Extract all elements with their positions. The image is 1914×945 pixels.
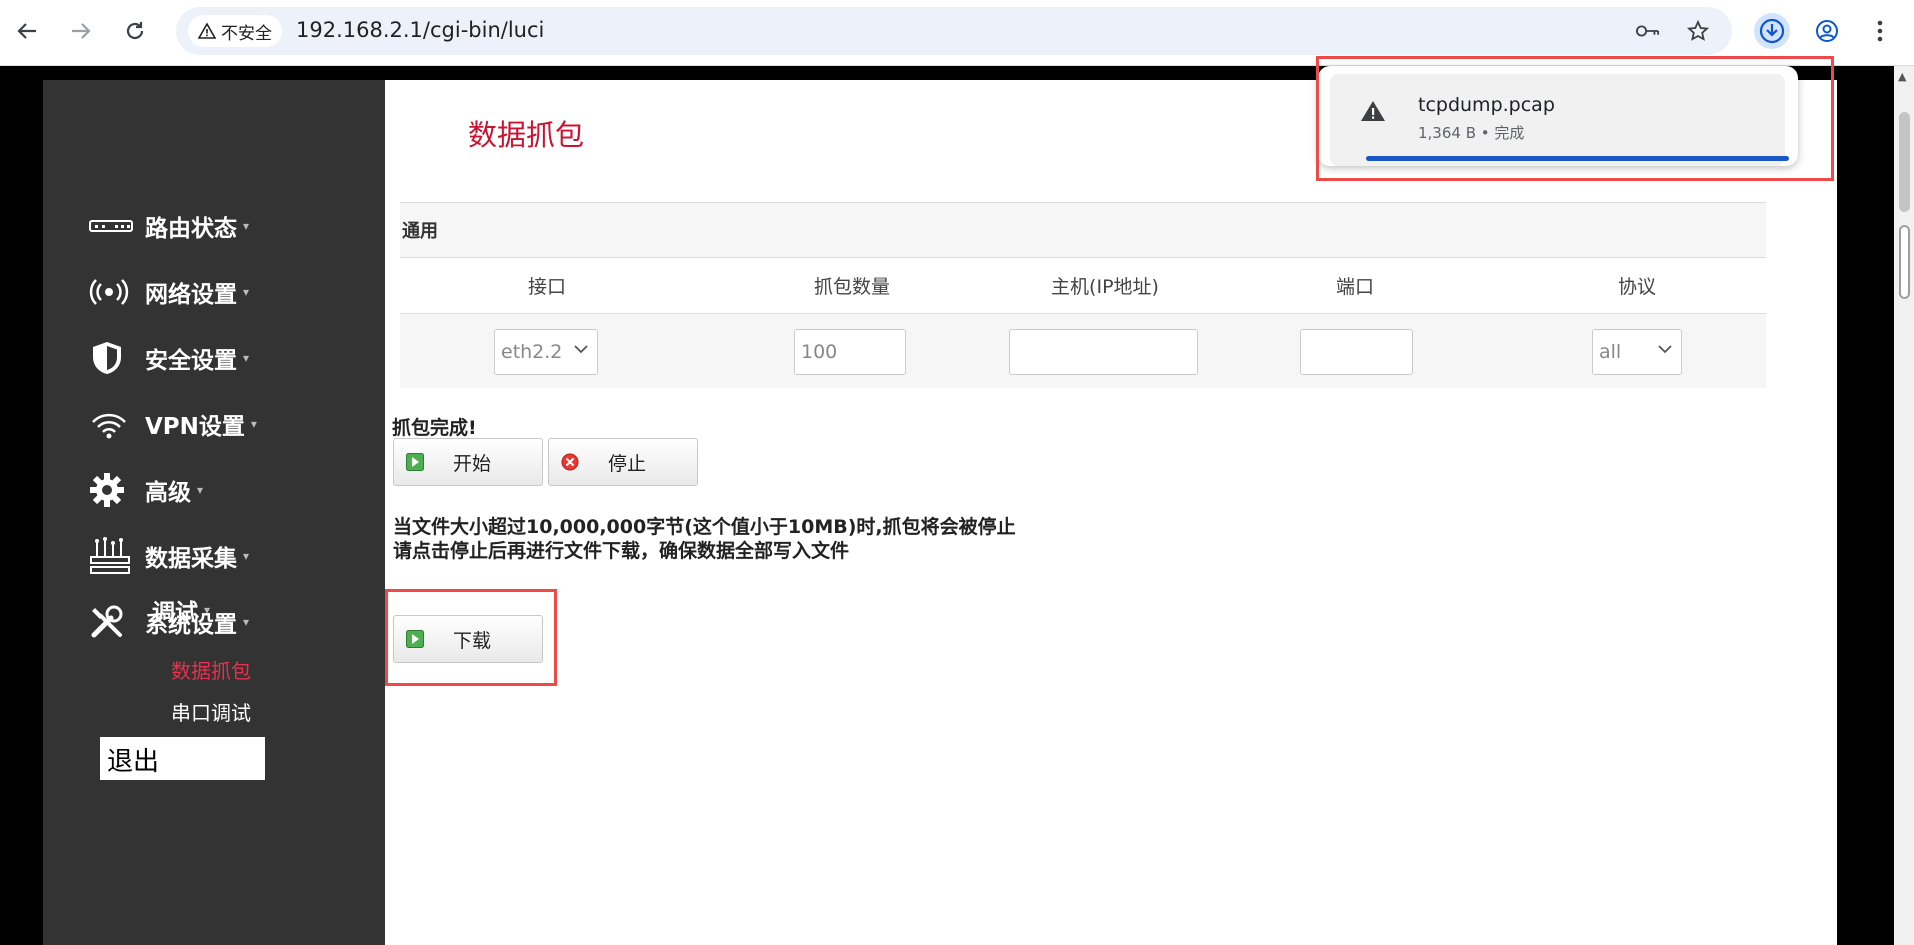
packet-count-input[interactable]: 100 — [794, 329, 906, 375]
kebab-menu-icon[interactable] — [1862, 13, 1898, 49]
column-header-row: 接口 抓包数量 主机(IP地址) 端口 协议 — [400, 258, 1766, 314]
caret-down-icon: ▾ — [197, 483, 204, 497]
column-header: 协议 — [1617, 276, 1657, 298]
sidebar-item-serial-debug[interactable]: 串口调试 — [171, 697, 251, 726]
menu-item-debug[interactable]: 调试 ▾ — [152, 593, 210, 627]
logout-button[interactable]: 退出 — [100, 737, 265, 780]
interface-select[interactable]: eth2.2 — [494, 329, 598, 375]
vpn-icon — [89, 406, 133, 442]
menu-label: VPN设置 — [145, 414, 245, 440]
chevron-down-icon — [1658, 342, 1672, 358]
menu-item-router-status[interactable]: 路由状态 ▾ — [89, 206, 249, 246]
sidebar-item-packet-capture[interactable]: 数据抓包 — [171, 655, 251, 684]
caret-down-icon: ▾ — [243, 219, 250, 233]
router-admin-page: 路由状态 ▾ 网络设置 ▾ 安全设置 ▾ VPN设置 ▾ 高级 ▾ 数据采集 ▾… — [43, 80, 1837, 945]
caret-down-icon: ▾ — [243, 549, 250, 563]
data-collect-icon — [89, 537, 133, 574]
warning-icon — [198, 23, 216, 39]
button-label: 停止 — [607, 452, 646, 475]
stop-icon — [561, 453, 579, 471]
start-button[interactable]: 开始 — [393, 438, 543, 486]
caret-down-icon: ▾ — [243, 285, 250, 299]
chevron-down-icon — [574, 342, 588, 358]
protocol-select[interactable]: all — [1592, 329, 1682, 375]
download-highlight-box — [385, 589, 557, 686]
caret-down-icon: ▾ — [250, 417, 257, 431]
tools-icon — [89, 604, 133, 640]
button-label: 开始 — [452, 452, 491, 475]
scrollbar-thumb[interactable] — [1899, 112, 1910, 212]
general-settings-table: 通用 接口 抓包数量 主机(IP地址) 端口 协议 eth2.2 100 all — [400, 202, 1766, 388]
sidebar: 路由状态 ▾ 网络设置 ▾ 安全设置 ▾ VPN设置 ▾ 高级 ▾ 数据采集 ▾… — [43, 80, 385, 945]
menu-label: 调试 — [152, 600, 198, 626]
forward-arrow-icon[interactable] — [63, 13, 99, 49]
menu-item-network[interactable]: 网络设置 ▾ — [89, 272, 249, 312]
caret-down-icon: ▾ — [243, 615, 250, 629]
menu-item-advanced[interactable]: 高级 ▾ — [89, 470, 203, 510]
menu-label: 数据采集 — [145, 546, 237, 572]
menu-label: 路由状态 — [145, 216, 237, 242]
key-icon[interactable] — [1636, 19, 1660, 43]
column-header: 抓包数量 — [813, 276, 891, 298]
router-icon — [89, 208, 133, 244]
back-arrow-icon[interactable] — [9, 13, 45, 49]
main-content: 数据抓包 通用 接口 抓包数量 主机(IP地址) 端口 协议 eth2.2 10… — [385, 80, 1837, 945]
caret-down-icon: ▾ — [204, 603, 211, 617]
play-icon — [406, 453, 424, 471]
host-ip-input[interactable] — [1009, 329, 1198, 375]
antenna-icon — [89, 274, 133, 310]
bookmark-star-icon[interactable] — [1686, 19, 1710, 43]
reload-icon[interactable] — [117, 13, 153, 49]
caret-down-icon: ▾ — [243, 351, 250, 365]
download-icon[interactable] — [1754, 13, 1790, 49]
menu-label: 高级 — [145, 480, 191, 506]
scroll-up-arrow-icon[interactable]: ▲ — [1898, 70, 1906, 83]
security-label: 不安全 — [221, 23, 272, 44]
port-input[interactable] — [1300, 329, 1413, 375]
shield-icon — [89, 340, 133, 376]
menu-item-security[interactable]: 安全设置 ▾ — [89, 338, 249, 378]
input-value: 100 — [801, 341, 838, 363]
page-title: 数据抓包 — [468, 118, 585, 152]
scrollbar-thumb-secondary[interactable] — [1899, 225, 1910, 299]
column-header: 主机(IP地址) — [1051, 276, 1159, 298]
menu-item-vpn[interactable]: VPN设置 ▾ — [89, 404, 257, 444]
account-icon[interactable] — [1809, 13, 1845, 49]
download-instruction-note: 请点击停止后再进行文件下载，确保数据全部写入文件 — [393, 540, 850, 562]
size-limit-note: 当文件大小超过10,000,000字节(这个值小于10MB)时,抓包将会被停止 — [393, 516, 1016, 538]
column-header: 接口 — [527, 276, 567, 298]
menu-item-data-collection[interactable]: 数据采集 ▾ — [89, 536, 249, 576]
address-bar[interactable]: 不安全 192.168.2.1/cgi-bin/luci — [176, 7, 1732, 55]
stop-button[interactable]: 停止 — [548, 438, 698, 486]
download-bubble-highlight-box — [1316, 56, 1834, 181]
url-text[interactable]: 192.168.2.1/cgi-bin/luci — [296, 18, 544, 42]
column-header: 端口 — [1335, 276, 1375, 298]
section-header: 通用 — [400, 202, 1766, 258]
menu-label: 安全设置 — [145, 348, 237, 374]
capture-status: 抓包完成! — [392, 417, 477, 439]
select-value: all — [1599, 341, 1622, 363]
select-value: eth2.2 — [501, 341, 563, 363]
security-chip[interactable]: 不安全 — [188, 15, 282, 47]
menu-label: 网络设置 — [145, 282, 237, 308]
input-row: eth2.2 100 all — [400, 314, 1766, 388]
gear-icon — [89, 472, 133, 508]
